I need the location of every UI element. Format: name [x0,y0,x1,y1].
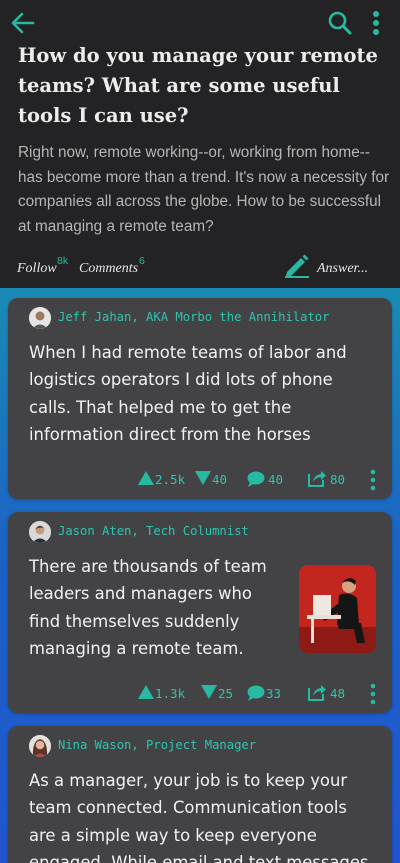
triangle-down-icon[interactable] [195,471,211,485]
arrow-left-icon[interactable] [10,10,36,36]
comments-button[interactable]: Comments [79,261,138,277]
speech-bubble-icon[interactable] [247,685,265,701]
answer-image[interactable] [299,565,376,653]
answer-card: Nina Wason, Project Manager As a manager… [8,726,392,863]
comment-count: 40 [268,472,284,487]
question-title: How do you manage your remote teams? Wha… [18,44,378,127]
avatar[interactable] [29,307,51,329]
speech-bubble-icon[interactable] [247,471,265,487]
answer-stats: 2.5k 40 40 80 [8,468,392,492]
upvote-count: 2.5k [155,472,186,487]
author-name[interactable]: Jason Aten, Tech Columnist [58,524,249,538]
comments-count: 6 [139,255,145,267]
search-icon[interactable] [327,10,353,36]
downvote-count: 40 [212,472,228,487]
more-vertical-icon[interactable] [369,683,377,705]
follow-count: 8k [57,255,69,267]
more-vertical-icon[interactable] [369,469,377,491]
follow-button[interactable]: Follow [17,261,57,277]
share-icon[interactable] [307,683,327,701]
question-header: How do you manage your remote teams? Wha… [0,0,400,288]
share-icon[interactable] [307,469,327,487]
avatar[interactable] [29,521,51,543]
downvote-count: 25 [218,686,234,701]
question-actions: Follow 8k Comments 6 Answer... [0,252,400,282]
answer-text: When I had remote teams of labor and log… [29,343,347,445]
share-count: 48 [330,686,346,701]
answer-stats: 1.3k 25 33 48 [8,682,392,706]
triangle-up-icon[interactable] [138,685,154,699]
answer-text: As a manager, your job is to keep your t… [29,771,369,863]
triangle-down-icon[interactable] [201,685,217,699]
top-bar [0,10,400,38]
comment-count: 33 [266,686,282,701]
more-vertical-icon[interactable] [369,10,383,38]
pencil-icon[interactable] [283,252,311,278]
share-count: 80 [330,472,346,487]
avatar[interactable] [29,735,51,757]
upvote-count: 1.3k [155,686,186,701]
answer-button[interactable]: Answer... [317,261,368,277]
author-name[interactable]: Nina Wason, Project Manager [58,738,256,752]
author-name[interactable]: Jeff Jahan, AKA Morbo the Annihilator [58,310,330,324]
answer-card: Jason Aten, Tech Columnist There are tho… [8,512,392,713]
question-body: Right now, remote working--or, working f… [18,144,390,235]
triangle-up-icon[interactable] [138,471,154,485]
answer-card: Jeff Jahan, AKA Morbo the Annihilator Wh… [8,298,392,499]
answer-text: There are thousands of team leaders and … [29,557,267,659]
